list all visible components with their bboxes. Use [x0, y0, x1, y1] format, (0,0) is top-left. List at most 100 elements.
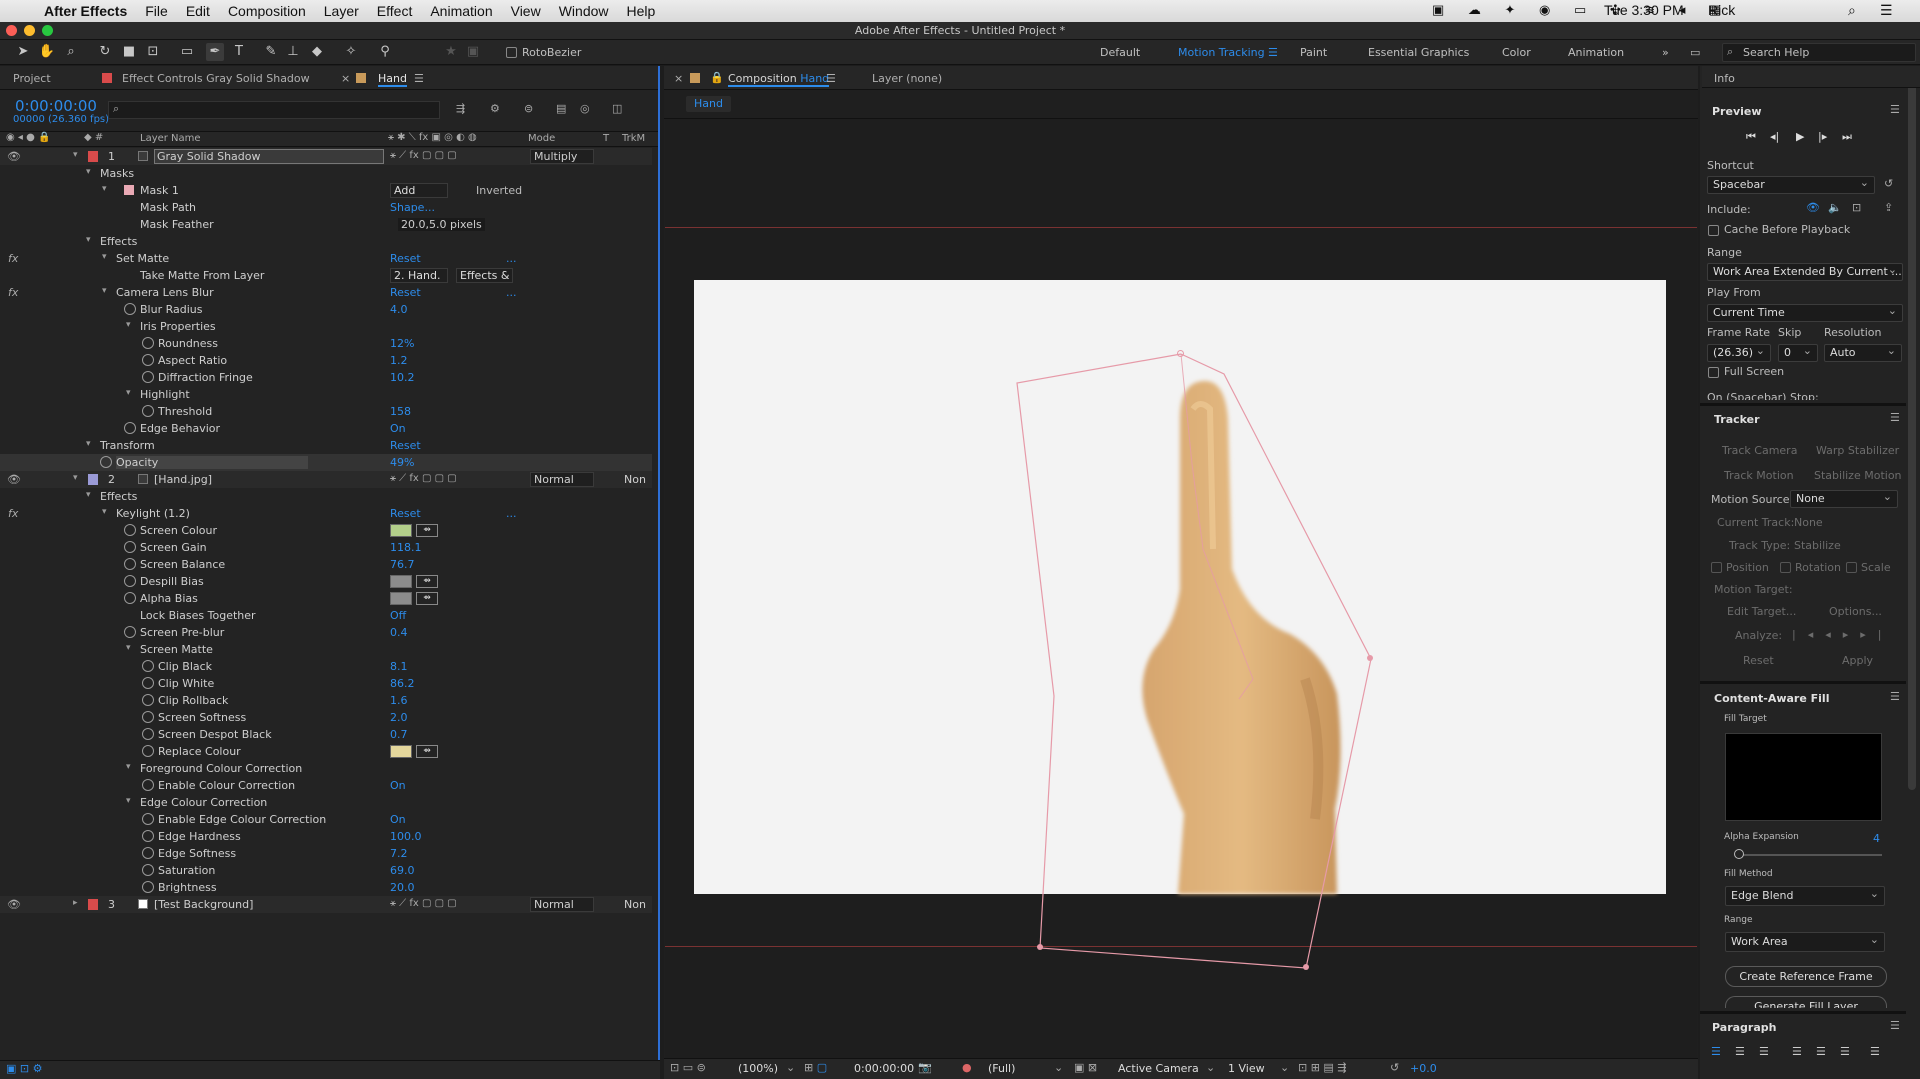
rectangle-tool-icon[interactable]: ▭ — [178, 43, 196, 61]
more-workspaces-icon[interactable]: » — [1662, 46, 1669, 59]
lock-icon[interactable]: 🔒 — [710, 71, 724, 84]
stopwatch-icon[interactable] — [142, 728, 154, 740]
stopwatch-icon[interactable] — [142, 881, 154, 893]
stopwatch-icon[interactable] — [124, 626, 136, 638]
property-value[interactable]: 86.2 — [390, 677, 415, 690]
layer-row[interactable]: 👁 ▾ 2 [Hand.jpg] ⚹ ⟋ fx ▢ ▢ ▢ Normal Non — [0, 471, 652, 488]
property-value[interactable]: 2.0 — [390, 711, 408, 724]
fx-icon[interactable]: fx — [8, 286, 18, 299]
visibility-eye-icon[interactable]: 👁 — [7, 473, 21, 486]
property-row[interactable]: Aspect Ratio 1.2 — [0, 352, 652, 369]
property-row[interactable]: Lock Biases Together Off — [0, 607, 652, 624]
rotate-tool-icon[interactable]: ↻ — [96, 43, 114, 61]
region-icons[interactable]: ▣ ⊠ — [1074, 1061, 1097, 1074]
workspace-default[interactable]: Default — [1100, 46, 1140, 59]
stopwatch-icon[interactable] — [142, 660, 154, 672]
pan-behind-tool-icon[interactable]: ⊡ — [144, 43, 162, 61]
blend-mode-dropdown[interactable]: Normal — [530, 472, 594, 487]
roto-brush-tool-icon[interactable]: ✧ — [342, 43, 360, 61]
stopwatch-icon[interactable] — [142, 677, 154, 689]
property-value[interactable]: 100.0 — [390, 830, 422, 843]
property-value[interactable]: 0.4 — [390, 626, 408, 639]
play-from-dropdown[interactable]: Current Time — [1707, 303, 1903, 322]
workspace-menu-icon[interactable]: ☰ — [1268, 46, 1278, 59]
blend-mode-dropdown[interactable]: Multiply — [530, 149, 594, 164]
property-row[interactable]: Screen Gain 118.1 — [0, 539, 652, 556]
stopwatch-icon[interactable] — [142, 371, 154, 383]
expand-triangle-icon[interactable]: ▾ — [126, 643, 131, 653]
notification-icon[interactable]: ☰ — [1880, 2, 1893, 19]
extra-viewer-icons[interactable]: ⊡ ⊞ ▤ ⇶ — [1298, 1061, 1347, 1074]
scale-checkbox[interactable] — [1846, 562, 1857, 573]
draft-3d-icon[interactable]: ⚙ — [490, 102, 500, 115]
reset-button[interactable]: Reset — [1743, 654, 1774, 667]
property-value[interactable]: Reset — [390, 439, 421, 452]
layer-name-header[interactable]: Layer Name — [140, 133, 201, 144]
property-value[interactable]: 1.2 — [390, 354, 408, 367]
prev-frame-icon[interactable]: ◂| — [1770, 130, 1779, 143]
tab-menu-icon[interactable]: ☰ — [414, 72, 424, 85]
layer-label-color[interactable] — [88, 151, 98, 162]
property-row[interactable]: Clip White 86.2 — [0, 675, 652, 692]
reset-shortcut-icon[interactable]: ↺ — [1884, 177, 1893, 190]
tracker-panel-header[interactable]: Tracker — [1702, 408, 1920, 430]
property-row[interactable]: fx ▾ Set Matte Reset... — [0, 250, 652, 267]
property-value[interactable]: 2. Hand. — [390, 268, 448, 283]
tab-layer[interactable]: Layer (none) — [872, 72, 942, 85]
clock[interactable]: Tue 3:30 PM — [1604, 2, 1684, 18]
apply-button[interactable]: Apply — [1842, 654, 1873, 667]
create-reference-frame-button[interactable]: Create Reference Frame — [1725, 966, 1887, 987]
right-panels-scrollbar[interactable] — [1908, 70, 1916, 790]
property-row[interactable]: ▾ Mask 1 Add Inverted — [0, 182, 652, 199]
align-right-icon[interactable]: ☰ — [1759, 1045, 1769, 1058]
warp-stabilizer-button[interactable]: Warp Stabilizer — [1816, 444, 1899, 457]
stopwatch-icon[interactable] — [124, 575, 136, 587]
layer-label-color[interactable] — [88, 899, 98, 910]
timeline-search-field[interactable]: ⌕ — [108, 101, 440, 119]
property-value[interactable]: Off — [390, 609, 406, 622]
color-swatch[interactable] — [390, 524, 412, 537]
property-value[interactable]: On — [390, 813, 406, 826]
eyedropper-icon[interactable]: ⇴ — [416, 575, 438, 588]
shortcut-dropdown[interactable]: Spacebar — [1707, 175, 1875, 194]
viewer-timecode[interactable]: 0:00:00:00 — [854, 1062, 914, 1075]
layer-switches-icons[interactable]: ⚹ ⟋ fx ▢ ▢ ▢ — [390, 150, 457, 161]
paragraph-menu-icon[interactable]: ☰ — [1890, 1019, 1900, 1032]
alpha-expansion-slider-thumb[interactable] — [1734, 849, 1744, 859]
expand-triangle-icon[interactable]: ▸ — [73, 898, 78, 908]
property-options-dots[interactable]: ... — [506, 286, 517, 299]
menu-composition[interactable]: Composition — [228, 3, 306, 19]
expand-triangle-icon[interactable]: ▾ — [102, 252, 107, 262]
stopwatch-icon[interactable] — [124, 303, 136, 315]
layer-label-color[interactable] — [88, 474, 98, 485]
property-value[interactable]: 7.2 — [390, 847, 408, 860]
property-row[interactable]: fx ▾ Camera Lens Blur Reset... — [0, 284, 652, 301]
stopwatch-icon[interactable] — [142, 830, 154, 842]
magnification-dropdown[interactable]: (100%) — [738, 1062, 778, 1075]
comp-flowchart-icon[interactable]: ⇶ — [456, 102, 465, 115]
layer-name[interactable]: [Hand.jpg] — [154, 473, 212, 486]
play-icon[interactable]: ▶ — [1796, 130, 1804, 143]
spotlight-icon[interactable]: ⌕ — [1848, 2, 1856, 19]
brush-tool-icon[interactable]: ✎ — [262, 43, 280, 61]
mask-vertex[interactable] — [1367, 655, 1373, 661]
property-row[interactable]: Screen Balance 76.7 — [0, 556, 652, 573]
stopwatch-icon[interactable] — [142, 337, 154, 349]
color-swatch[interactable] — [390, 575, 412, 588]
property-row[interactable]: Screen Despot Black 0.7 — [0, 726, 652, 743]
tab-hand-comp[interactable]: Hand — [378, 72, 407, 87]
view-layout-dropdown[interactable]: 1 View — [1228, 1062, 1265, 1075]
layer-switches-icons[interactable]: ⚹ ⟋ fx ▢ ▢ ▢ — [390, 473, 457, 484]
eraser-tool-icon[interactable]: ◆ — [308, 43, 326, 61]
property-row[interactable]: ▾ Highlight — [0, 386, 652, 403]
channel-icon[interactable]: ● — [962, 1061, 972, 1074]
eyedropper-icon[interactable]: ⇴ — [416, 524, 438, 537]
motion-source-dropdown[interactable]: None — [1790, 489, 1898, 508]
stopwatch-icon[interactable] — [124, 524, 136, 536]
property-row[interactable]: Screen Colour ⇴ — [0, 522, 652, 539]
workspace-essential-graphics[interactable]: Essential Graphics — [1368, 46, 1469, 59]
property-row[interactable]: Enable Edge Colour Correction On — [0, 811, 652, 828]
property-row[interactable]: ▾ Foreground Colour Correction — [0, 760, 652, 777]
property-value[interactable]: Reset — [390, 252, 421, 265]
skip-dropdown[interactable]: 0 — [1778, 343, 1818, 362]
